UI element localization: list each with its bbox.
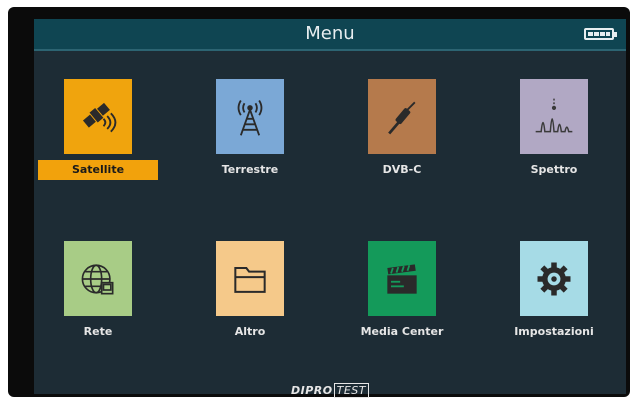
gear-icon xyxy=(520,241,588,316)
tile-label: Spettro xyxy=(530,163,578,176)
page-title: Menu xyxy=(305,23,355,44)
tile-label: Satellite xyxy=(38,160,158,180)
folder-icon xyxy=(216,241,284,316)
battery-icon xyxy=(584,28,617,40)
tile-label: Altro xyxy=(234,325,266,338)
tile-label: Impostazioni xyxy=(514,325,594,338)
spectrum-icon xyxy=(520,79,588,154)
antenna-tower-icon xyxy=(216,79,284,154)
tile-label: Terrestre xyxy=(221,163,279,176)
network-globe-icon xyxy=(64,241,132,316)
satellite-icon xyxy=(64,79,132,154)
coax-cable-icon xyxy=(368,79,436,154)
tile-label: Rete xyxy=(83,325,113,338)
menu-screen: Menu Satellite Terrestre DVB-C Spettro R… xyxy=(34,19,626,398)
title-bar: Menu xyxy=(34,19,626,51)
tile-label: Media Center xyxy=(360,325,444,338)
device-frame: Menu Satellite Terrestre DVB-C Spettro R… xyxy=(8,7,630,398)
clapperboard-icon xyxy=(368,241,436,316)
tile-label: DVB-C xyxy=(382,163,422,176)
brand-logo: DIPRO TEST xyxy=(34,383,626,398)
